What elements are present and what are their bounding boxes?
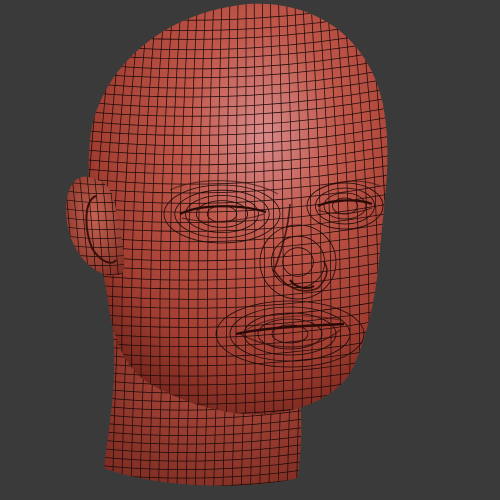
head-mesh-render [0, 0, 500, 500]
3d-viewport[interactable] [0, 0, 500, 500]
